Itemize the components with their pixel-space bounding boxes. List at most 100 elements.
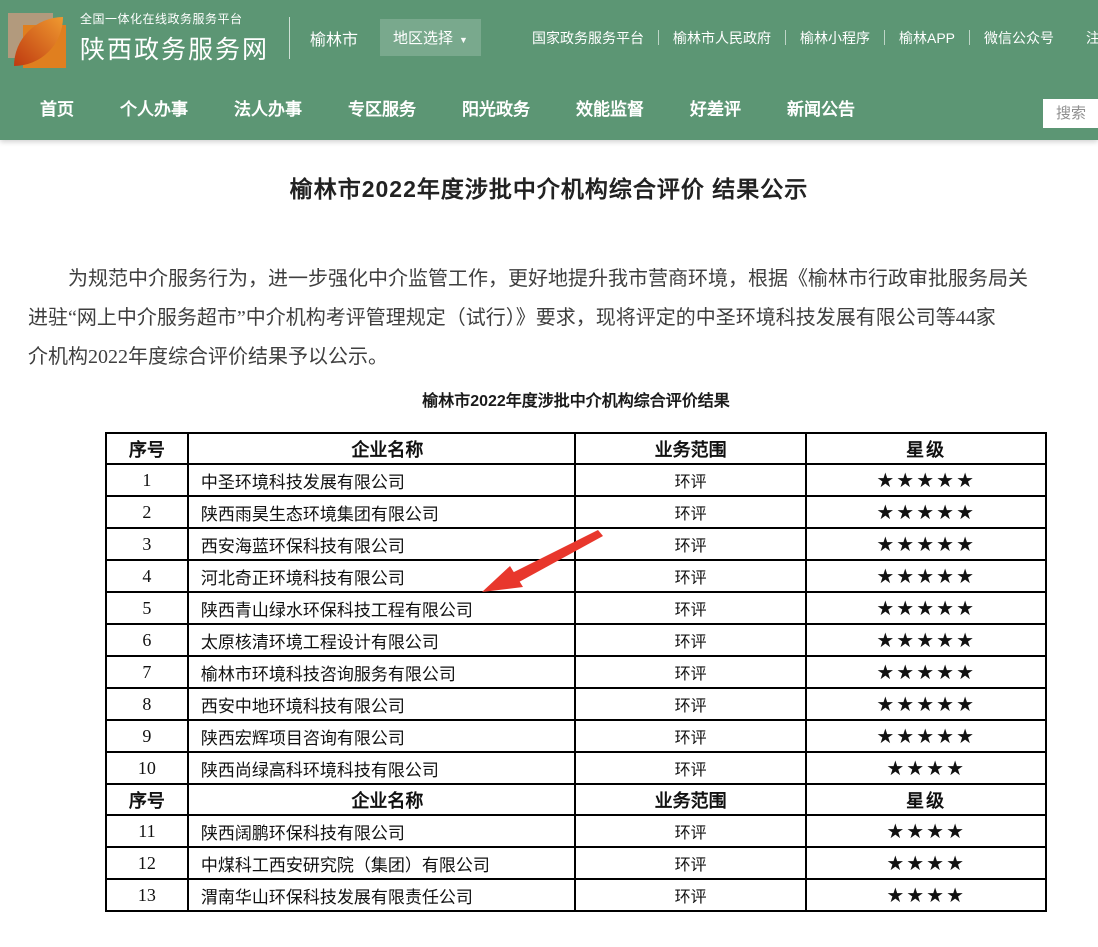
nav-item-home[interactable]: 首页	[17, 95, 97, 120]
cell-row-number: 9	[106, 720, 188, 752]
brand-block: 全国一体化在线政务服务平台 陕西政务服务网	[80, 10, 269, 66]
cell-row-number: 5	[106, 592, 188, 624]
table-row: 9陕西宏辉项目咨询有限公司环评★★★★★	[106, 720, 1046, 752]
cell-row-number: 2	[106, 496, 188, 528]
table-row: 7榆林市环境科技咨询服务有限公司环评★★★★★	[106, 656, 1046, 688]
table-row: 3西安海蓝环保科技有限公司环评★★★★★	[106, 528, 1046, 560]
nav-item-rating[interactable]: 好差评	[667, 95, 764, 120]
cell-scope: 环评	[575, 752, 806, 784]
cell-company-name: 榆林市环境科技咨询服务有限公司	[188, 656, 575, 688]
main-navigation: 首页 个人办事 法人办事 专区服务 阳光政务 效能监督 好差评 新闻公告	[0, 75, 1098, 140]
cell-scope: 环评	[575, 592, 806, 624]
cell-star-rating: ★★★★	[806, 752, 1046, 784]
link-mini-program[interactable]: 榆林小程序	[800, 28, 870, 48]
cell-company-name: 太原核清环境工程设计有限公司	[188, 624, 575, 656]
column-header-no: 序号	[106, 433, 188, 464]
table-row: 10陕西尚绿高科环境科技有限公司环评★★★★	[106, 752, 1046, 784]
cell-company-name: 陕西宏辉项目咨询有限公司	[188, 720, 575, 752]
cell-scope: 环评	[575, 720, 806, 752]
cell-scope: 环评	[575, 528, 806, 560]
cell-row-number: 11	[106, 815, 188, 847]
cell-row-number: 8	[106, 688, 188, 720]
register-link[interactable]: 注册	[1086, 28, 1098, 48]
cell-star-rating: ★★★★★	[806, 720, 1046, 752]
vertical-divider	[289, 17, 290, 59]
divider	[785, 30, 786, 45]
cell-scope: 环评	[575, 815, 806, 847]
cell-company-name: 中煤科工西安研究院（集团）有限公司	[188, 847, 575, 879]
header-top-row: 全国一体化在线政务服务平台 陕西政务服务网 榆林市 地区选择 ▼ 国家政务服务平台…	[0, 0, 1098, 75]
cell-row-number: 13	[106, 879, 188, 911]
search-input[interactable]	[1043, 99, 1098, 128]
nav-item-special-zone-services[interactable]: 专区服务	[325, 95, 439, 120]
table-row: 4河北奇正环境科技有限公司环评★★★★★	[106, 560, 1046, 592]
column-header-stars: 星级	[806, 784, 1046, 815]
cell-row-number: 1	[106, 464, 188, 496]
cell-row-number: 7	[106, 656, 188, 688]
cell-row-number: 12	[106, 847, 188, 879]
link-city-government[interactable]: 榆林市人民政府	[673, 28, 771, 48]
column-header-no: 序号	[106, 784, 188, 815]
paragraph-line: 为规范中介服务行为，进一步强化中介监管工作，更好地提升我市营商环境，根据《榆林市…	[0, 260, 1098, 299]
cell-row-number: 4	[106, 560, 188, 592]
cell-scope: 环评	[575, 688, 806, 720]
site-header: 全国一体化在线政务服务平台 陕西政务服务网 榆林市 地区选择 ▼ 国家政务服务平台…	[0, 0, 1098, 140]
nav-item-open-government[interactable]: 阳光政务	[439, 95, 553, 120]
divider	[969, 30, 970, 45]
platform-label: 全国一体化在线政务服务平台	[80, 10, 269, 27]
divider	[884, 30, 885, 45]
cell-company-name: 西安海蓝环保科技有限公司	[188, 528, 575, 560]
nav-item-performance-supervision[interactable]: 效能监督	[553, 95, 667, 120]
cell-scope: 环评	[575, 624, 806, 656]
column-header-scope: 业务范围	[575, 433, 806, 464]
column-header-name: 企业名称	[188, 433, 575, 464]
nav-item-news-announcements[interactable]: 新闻公告	[764, 95, 878, 120]
chevron-down-icon: ▼	[459, 35, 468, 45]
cell-star-rating: ★★★★★	[806, 560, 1046, 592]
paragraph-line: 介机构2022年度综合评价结果予以公示。	[0, 338, 1098, 377]
cell-company-name: 陕西阔鹏环保科技有限公司	[188, 815, 575, 847]
cell-scope: 环评	[575, 656, 806, 688]
column-header-scope: 业务范围	[575, 784, 806, 815]
nav-item-corporate-services[interactable]: 法人办事	[211, 95, 325, 120]
divider	[658, 30, 659, 45]
cell-company-name: 中圣环境科技发展有限公司	[188, 464, 575, 496]
table-row: 5陕西青山绿水环保科技工程有限公司环评★★★★★	[106, 592, 1046, 624]
table-row: 11陕西阔鹏环保科技有限公司环评★★★★	[106, 815, 1046, 847]
cell-company-name: 渭南华山环保科技发展有限责任公司	[188, 879, 575, 911]
cell-star-rating: ★★★★★	[806, 528, 1046, 560]
cell-scope: 环评	[575, 879, 806, 911]
cell-company-name: 陕西青山绿水环保科技工程有限公司	[188, 592, 575, 624]
table-row: 12中煤科工西安研究院（集团）有限公司环评★★★★	[106, 847, 1046, 879]
cell-star-rating: ★★★★	[806, 815, 1046, 847]
table-header-row: 序号企业名称业务范围星级	[106, 433, 1046, 464]
rating-table-body: 序号企业名称业务范围星级1中圣环境科技发展有限公司环评★★★★★2陕西雨昊生态环…	[106, 433, 1046, 911]
current-city-label: 榆林市	[310, 26, 358, 50]
column-header-name: 企业名称	[188, 784, 575, 815]
cell-company-name: 陕西尚绿高科环境科技有限公司	[188, 752, 575, 784]
site-logo-icon	[8, 8, 68, 68]
nav-item-personal-services[interactable]: 个人办事	[97, 95, 211, 120]
link-national-platform[interactable]: 国家政务服务平台	[532, 28, 644, 48]
cell-star-rating: ★★★★★	[806, 624, 1046, 656]
cell-scope: 环评	[575, 847, 806, 879]
table-row: 6太原核清环境工程设计有限公司环评★★★★★	[106, 624, 1046, 656]
table-caption: 榆林市2022年度涉批中介机构综合评价结果	[105, 387, 1047, 411]
cell-scope: 环评	[575, 464, 806, 496]
cell-row-number: 10	[106, 752, 188, 784]
table-row: 13渭南华山环保科技发展有限责任公司环评★★★★	[106, 879, 1046, 911]
cell-company-name: 西安中地环境科技有限公司	[188, 688, 575, 720]
table-row: 2陕西雨昊生态环境集团有限公司环评★★★★★	[106, 496, 1046, 528]
column-header-stars: 星级	[806, 433, 1046, 464]
cell-company-name: 河北奇正环境科技有限公司	[188, 560, 575, 592]
link-wechat-account[interactable]: 微信公众号	[984, 28, 1054, 48]
cell-scope: 环评	[575, 560, 806, 592]
cell-star-rating: ★★★★	[806, 847, 1046, 879]
region-select-label: 地区选择	[393, 30, 453, 47]
link-city-app[interactable]: 榆林APP	[899, 28, 955, 48]
region-select-button[interactable]: 地区选择 ▼	[380, 19, 481, 56]
cell-row-number: 6	[106, 624, 188, 656]
cell-scope: 环评	[575, 496, 806, 528]
cell-row-number: 3	[106, 528, 188, 560]
cell-star-rating: ★★★★★	[806, 688, 1046, 720]
